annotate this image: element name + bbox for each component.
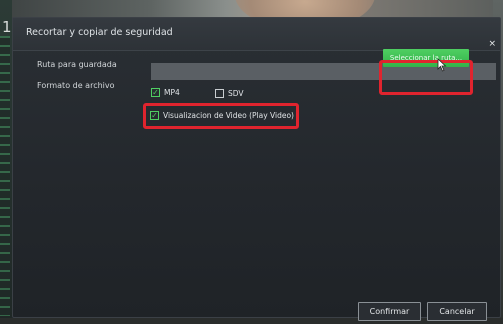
path-label: Ruta para guardada: [37, 60, 117, 69]
format-sdv-label: SDV: [228, 89, 244, 98]
dialog-titlebar: Recortar y copiar de seguridad ×: [13, 18, 500, 51]
format-sdv-checkbox[interactable]: SDV: [215, 89, 244, 98]
select-path-button[interactable]: Seleccionar la ruta...: [383, 49, 469, 67]
format-label: Formato de archivo: [37, 81, 115, 90]
play-video-checkbox[interactable]: ✓ Visualizacion de Video (Play Video): [150, 111, 294, 120]
play-video-label: Visualizacion de Video (Play Video): [163, 111, 294, 120]
checkmark-icon: ✓: [150, 110, 159, 120]
close-icon[interactable]: ×: [488, 39, 496, 49]
bezel-digit: 1: [2, 18, 12, 36]
format-mp4-label: MP4: [164, 88, 180, 97]
format-mp4-checkbox[interactable]: ✓ MP4: [151, 88, 180, 97]
checkmark-icon: ✓: [151, 87, 160, 97]
bezel-strip: [0, 36, 10, 316]
monitor-bezel-left: 1: [0, 0, 12, 324]
checkbox-empty-icon: [215, 89, 224, 98]
dialog-title: Recortar y copiar de seguridad: [26, 27, 173, 38]
confirm-button[interactable]: Confirmar: [358, 302, 421, 321]
cancel-button[interactable]: Cancelar: [427, 302, 487, 321]
mouse-pointer-icon: [437, 58, 447, 72]
